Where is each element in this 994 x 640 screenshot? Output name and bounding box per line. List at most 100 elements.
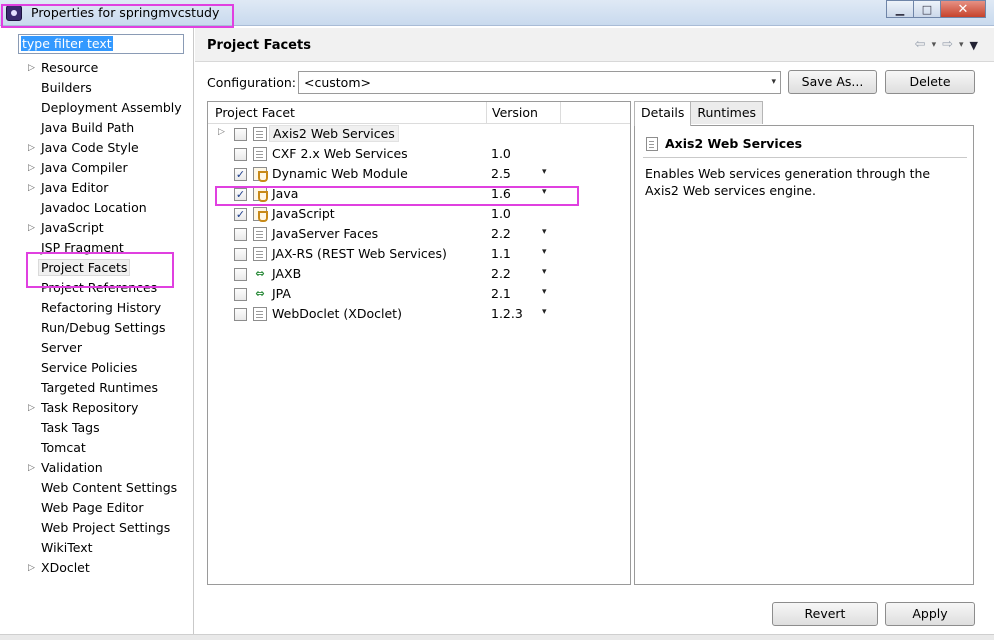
facet-version[interactable]: 2.2 [491,266,511,281]
facet-row[interactable]: ✓ Dynamic Web Module 2.5 ▾ [208,164,630,184]
sidebar-item[interactable]: Task Tags [8,418,194,438]
sidebar-item[interactable]: ▷ Task Repository [8,398,194,418]
facet-version[interactable]: 2.2 [491,226,511,241]
tab-runtimes[interactable]: Runtimes [690,101,764,124]
details-pane: Details Runtimes Axis2 Web Services Enab… [634,101,974,585]
details-title: Axis2 Web Services [665,136,803,151]
facet-doc-icon [253,247,267,261]
minimize-button[interactable]: ▁ [886,0,914,18]
sidebar-item-label: Deployment Assembly [41,100,182,115]
facet-checkbox[interactable] [234,128,247,141]
sidebar-item[interactable]: ▷ Resource [8,58,194,78]
revert-button[interactable]: Revert [772,602,878,626]
facet-checkbox[interactable]: ✓ [234,208,247,221]
forward-history-dropdown-icon[interactable]: ▾ [959,40,964,52]
sidebar-item[interactable]: Deployment Assembly [8,98,194,118]
facet-row[interactable]: JavaServer Faces 2.2 ▾ [208,224,630,244]
forward-arrow-icon[interactable]: ⇨ [942,37,953,52]
facet-checkbox[interactable] [234,248,247,261]
sidebar-item-label: XDoclet [41,560,90,575]
expand-arrow-icon[interactable]: ▷ [28,398,35,418]
facet-version[interactable]: 1.1 [491,246,511,261]
sidebar-item[interactable]: Server [8,338,194,358]
facet-checkbox[interactable] [234,148,247,161]
chevron-down-icon[interactable]: ▾ [542,227,547,237]
sidebar-item[interactable]: Web Content Settings [8,478,194,498]
view-menu-icon[interactable]: ▼ [970,39,978,52]
close-icon: ✕ [957,1,969,17]
facet-name: CXF 2.x Web Services [272,146,408,161]
facet-version[interactable]: 1.0 [491,146,511,161]
sidebar-item[interactable]: Java Build Path [8,118,194,138]
expand-arrow-icon[interactable]: ▷ [28,218,35,238]
sidebar-item[interactable]: Web Page Editor [8,498,194,518]
close-button[interactable]: ✕ [940,0,986,18]
sidebar-item-label: Resource [41,60,99,75]
facet-checkbox[interactable] [234,308,247,321]
chevron-down-icon[interactable]: ▾ [542,267,547,277]
filter-input[interactable]: type filter text [18,34,184,54]
facet-row[interactable]: JAX-RS (REST Web Services) 1.1 ▾ [208,244,630,264]
facet-row[interactable]: WebDoclet (XDoclet) 1.2.3 ▾ [208,304,630,324]
tab-details[interactable]: Details [634,101,692,126]
sidebar-item[interactable]: ▷ Validation [8,458,194,478]
chevron-down-icon[interactable]: ▾ [542,167,547,177]
expand-arrow-icon[interactable]: ▷ [218,127,225,137]
back-history-dropdown-icon[interactable]: ▾ [932,40,937,52]
delete-button[interactable]: Delete [885,70,975,94]
facet-version[interactable]: 1.0 [491,206,511,221]
apply-button[interactable]: Apply [885,602,975,626]
facet-checkbox[interactable] [234,288,247,301]
expand-arrow-icon[interactable]: ▷ [28,58,35,78]
sidebar-item[interactable]: WikiText [8,538,194,558]
facet-checkbox[interactable]: ✓ [234,168,247,181]
sidebar-item[interactable]: ▷ Java Code Style [8,138,194,158]
details-panel: Axis2 Web Services Enables Web services … [634,125,974,585]
sidebar-item[interactable]: Targeted Runtimes [8,378,194,398]
facet-row[interactable]: ✓ JavaScript 1.0 [208,204,630,224]
expand-arrow-icon[interactable]: ▷ [28,138,35,158]
facet-version[interactable]: 2.5 [491,166,511,181]
facet-row[interactable]: CXF 2.x Web Services 1.0 [208,144,630,164]
sidebar-item[interactable]: Javadoc Location [8,198,194,218]
sidebar-item[interactable]: Tomcat [8,438,194,458]
sidebar-item[interactable]: Builders [8,78,194,98]
facet-checkbox[interactable] [234,268,247,281]
sidebar-item[interactable]: ▷ Java Editor [8,178,194,198]
back-arrow-icon[interactable]: ⇦ [915,37,926,52]
sidebar-item[interactable]: Run/Debug Settings [8,318,194,338]
sidebar-item-label: Service Policies [41,360,138,375]
sidebar-item-label: JavaScript [41,220,104,235]
expand-arrow-icon[interactable]: ▷ [28,158,35,178]
column-header-project-facet[interactable]: Project Facet [215,105,295,120]
expand-arrow-icon[interactable]: ▷ [28,558,35,578]
chevron-down-icon[interactable]: ▾ [542,247,547,257]
sidebar-item[interactable]: ▷ JavaScript [8,218,194,238]
column-header-version[interactable]: Version [492,105,538,120]
details-tabs: Details Runtimes [634,101,764,126]
maximize-button[interactable]: □ [913,0,941,18]
chevron-down-icon[interactable]: ▾ [542,287,547,297]
facet-row[interactable]: ⇔ JAXB 2.2 ▾ [208,264,630,284]
facet-row[interactable]: ⇔ JPA 2.1 ▾ [208,284,630,304]
sidebar-item[interactable]: Refactoring History [8,298,194,318]
sidebar-item[interactable]: Service Policies [8,358,194,378]
expand-arrow-icon[interactable]: ▷ [28,458,35,478]
facet-version[interactable]: 1.2.3 [491,306,523,321]
sidebar-item-label: Targeted Runtimes [41,380,158,395]
window-controls: ▁ □ ✕ [886,0,986,18]
sidebar-item[interactable]: Web Project Settings [8,518,194,538]
sidebar-item[interactable]: ▷ Java Compiler [8,158,194,178]
configuration-select[interactable]: <custom> ▾ [298,71,781,94]
sidebar-item[interactable]: ▷ XDoclet [8,558,194,578]
project-facets-page: Project Facets ⇦ ▾ ⇨ ▾ ▼ Configuration: … [195,28,994,634]
expand-arrow-icon[interactable]: ▷ [28,178,35,198]
facet-checkbox[interactable] [234,228,247,241]
sidebar-item-label: Java Compiler [41,160,128,175]
facet-row[interactable]: ▷ Axis2 Web Services [208,124,630,144]
sidebar-item-label: Refactoring History [41,300,162,315]
save-as-button[interactable]: Save As... [788,70,877,94]
facet-version[interactable]: 2.1 [491,286,511,301]
chevron-down-icon[interactable]: ▾ [542,307,547,317]
facet-rows: ▷ Axis2 Web Services CXF 2.x Web Services 1… [208,124,630,324]
